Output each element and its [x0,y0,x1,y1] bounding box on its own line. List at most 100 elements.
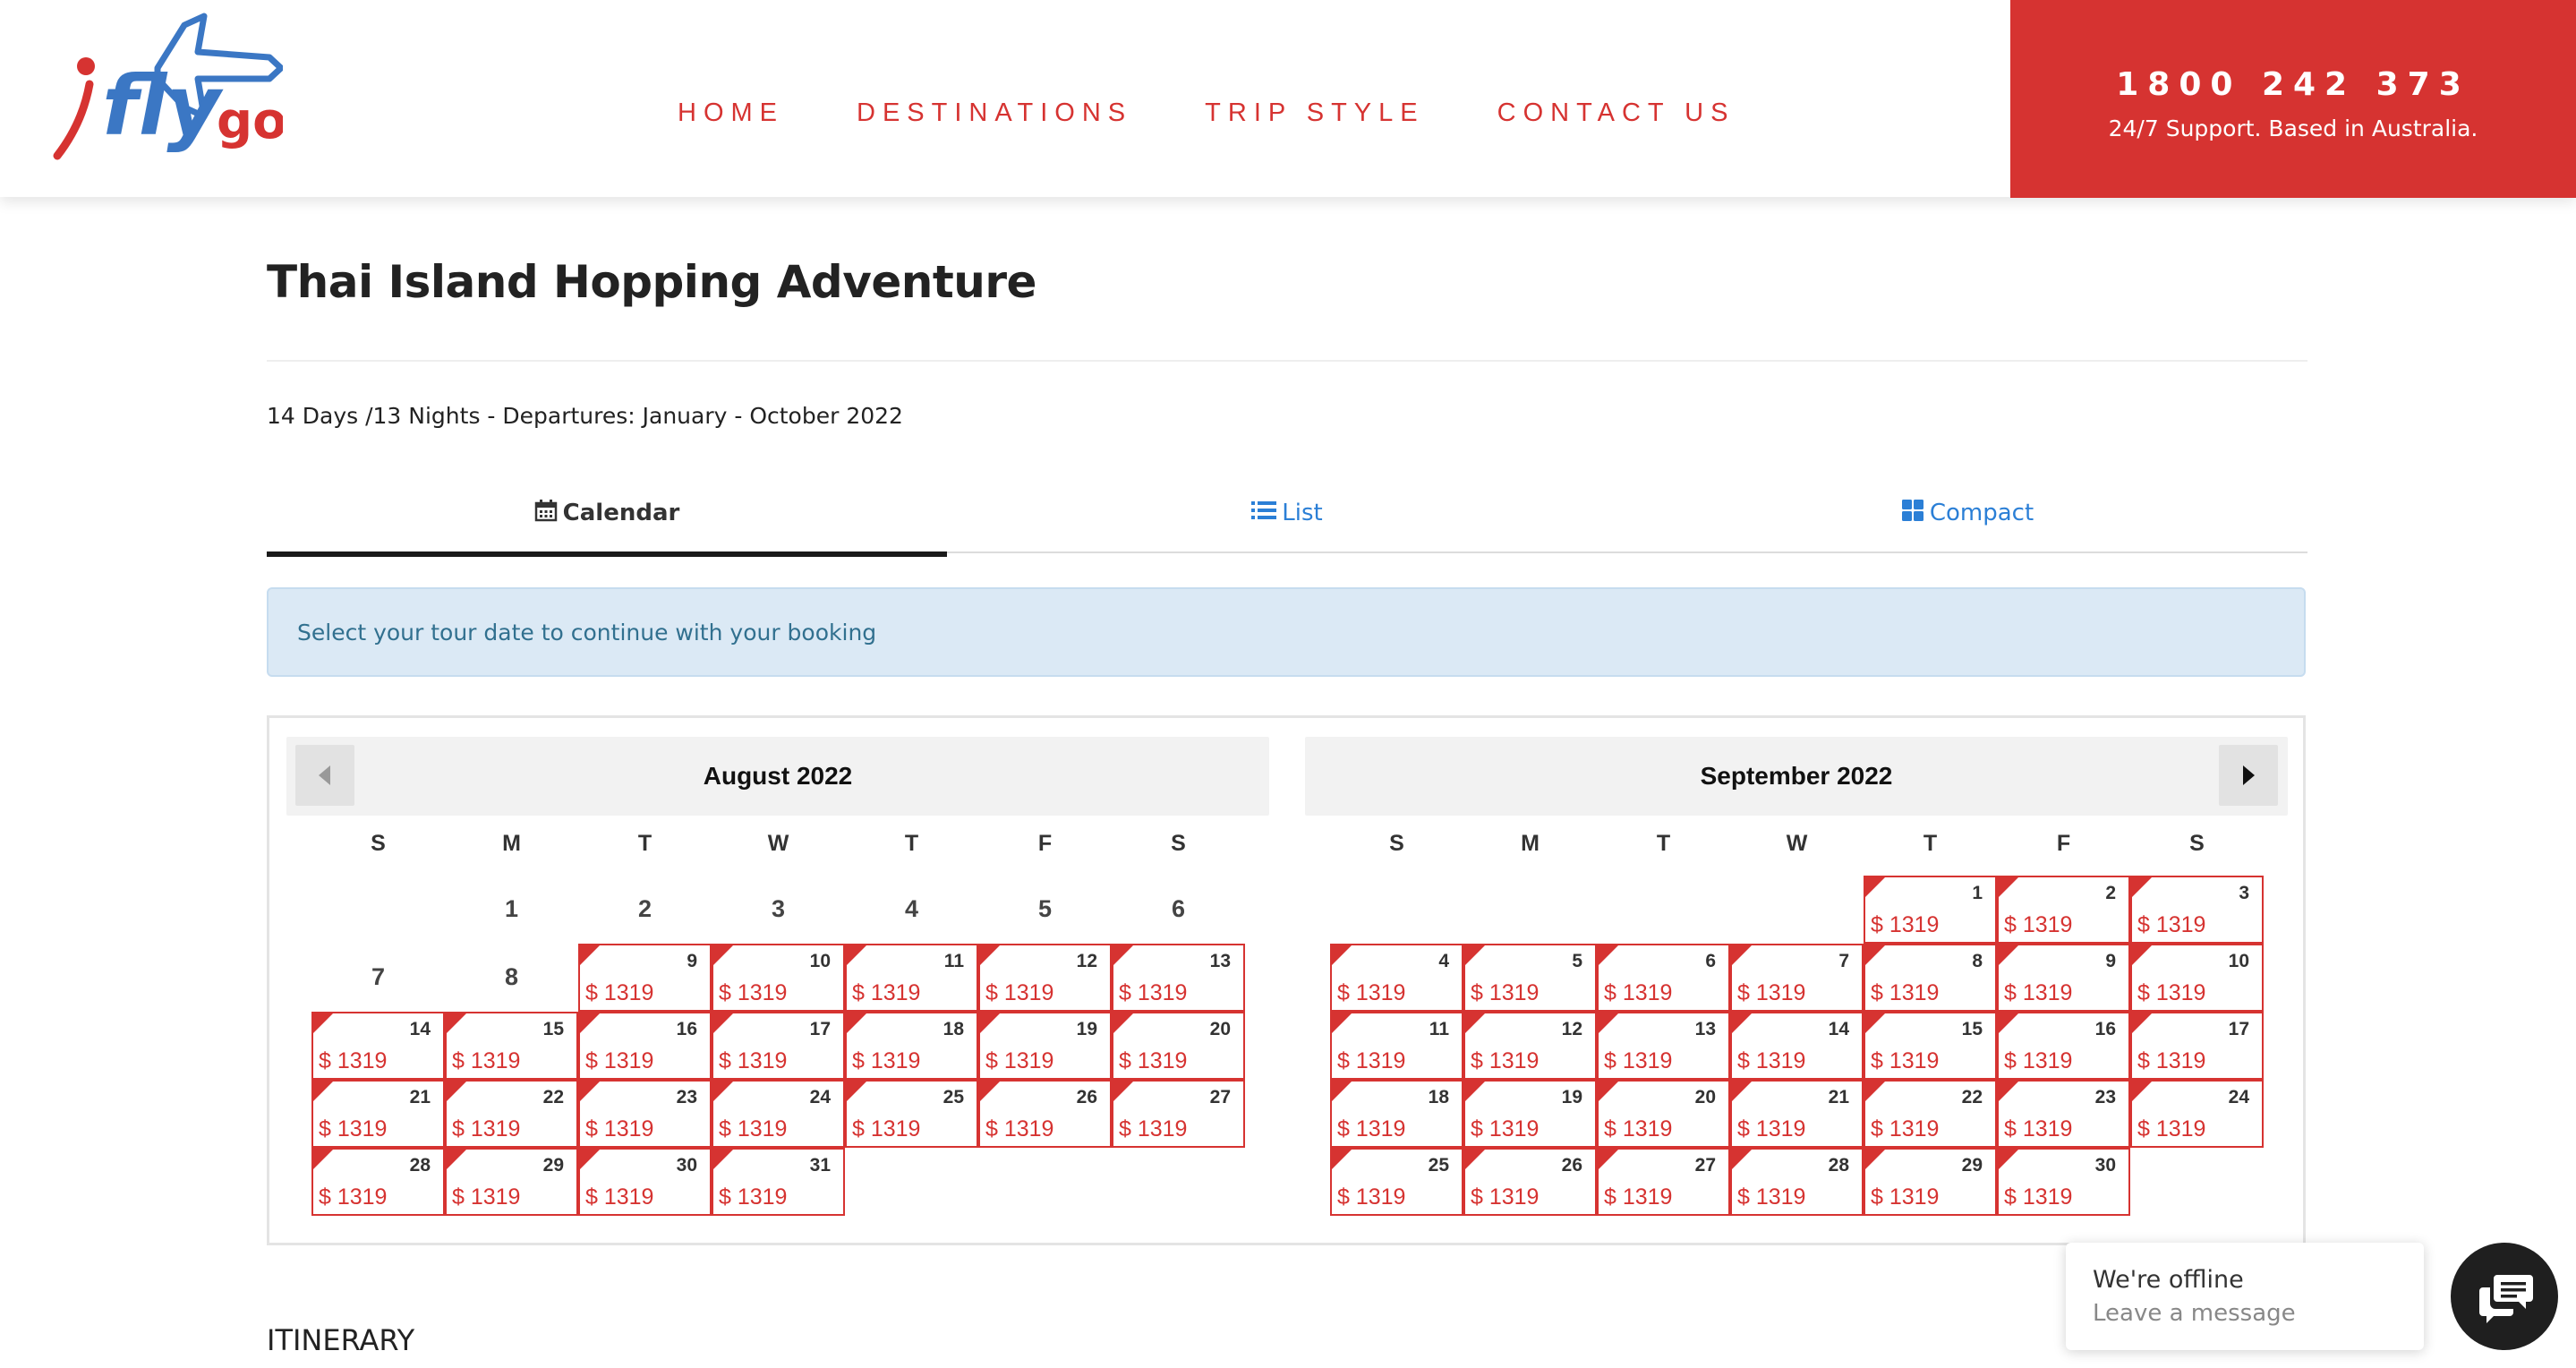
day-number: 22 [1961,1087,1983,1107]
calendar-day-available[interactable]: 24 $ 1319 [2130,1080,2264,1148]
calendar-day-available[interactable]: 27 $ 1319 [1597,1148,1730,1216]
day-number: 29 [542,1155,564,1176]
calendar-day-available[interactable]: 17 $ 1319 [2130,1012,2264,1080]
weekday-header: T [1923,831,1938,856]
calendar-day-available[interactable]: 10 $ 1319 [712,944,845,1012]
tab-compact[interactable]: Compact [1627,475,2307,551]
weekday-header: W [1786,831,1808,856]
calendar-day-available[interactable]: 22 $ 1319 [445,1080,578,1148]
day-price: $ 1319 [1871,980,1940,1005]
day-price: $ 1319 [452,1048,521,1073]
calendar-day-available[interactable]: 18 $ 1319 [845,1012,978,1080]
calendar-day-available[interactable]: 10 $ 1319 [2130,944,2264,1012]
day-price: $ 1319 [2137,980,2206,1005]
calendar-day-available[interactable]: 1 $ 1319 [1864,876,1997,944]
day-price: $ 1319 [2004,1116,2073,1141]
chat-leave-message[interactable]: Leave a message [2093,1300,2296,1327]
calendar-day-available[interactable]: 9 $ 1319 [1997,944,2130,1012]
calendar-day-available[interactable]: 30 $ 1319 [1997,1148,2130,1216]
calendar-day-available[interactable]: 24 $ 1319 [712,1080,845,1148]
calendar-day-available[interactable]: 28 $ 1319 [1730,1148,1864,1216]
nav-trip-style[interactable]: TRIP STYLE [1205,98,1424,128]
calendar-day-available[interactable]: 29 $ 1319 [445,1148,578,1216]
weekday-header: M [1521,831,1540,856]
calendar-day-available[interactable]: 3 $ 1319 [2130,876,2264,944]
day-price: $ 1319 [1737,1048,1806,1073]
calendar-day-available[interactable]: 28 $ 1319 [311,1148,445,1216]
day-price: $ 1319 [1119,980,1188,1005]
calendar-day-available[interactable]: 15 $ 1319 [445,1012,578,1080]
calendar-day-available[interactable]: 27 $ 1319 [1112,1080,1245,1148]
calendar-day-available[interactable]: 9 $ 1319 [578,944,712,1012]
day-number: 21 [1828,1087,1849,1107]
iflygo-logo[interactable]: fly go [50,7,283,161]
chat-launcher-button[interactable] [2451,1243,2558,1350]
day-number: 19 [1561,1087,1582,1107]
calendar-day-available[interactable]: 7 $ 1319 [1730,944,1864,1012]
calendar-day-available[interactable]: 4 $ 1319 [1330,944,1463,1012]
day-price: $ 1319 [319,1116,388,1141]
calendar-day-available[interactable]: 30 $ 1319 [578,1148,712,1216]
calendar-day-available[interactable]: 19 $ 1319 [1463,1080,1597,1148]
calendar-day-unavailable: 6 [1112,876,1245,944]
calendar-day-available[interactable]: 21 $ 1319 [1730,1080,1864,1148]
day-price: $ 1319 [319,1048,388,1073]
calendar-day-available[interactable]: 18 $ 1319 [1330,1080,1463,1148]
calendar-day-available[interactable]: 8 $ 1319 [1864,944,1997,1012]
calendar-day-available[interactable]: 25 $ 1319 [1330,1148,1463,1216]
calendar-day-available[interactable]: 5 $ 1319 [1463,944,1597,1012]
tab-calendar[interactable]: Calendar [267,475,947,557]
calendar-day-available[interactable]: 22 $ 1319 [1864,1080,1997,1148]
tab-list[interactable]: List [947,475,1627,551]
calendar-day-available[interactable]: 21 $ 1319 [311,1080,445,1148]
nav-contact-us[interactable]: CONTACT US [1497,98,1736,128]
calendar-day-available[interactable]: 19 $ 1319 [978,1012,1112,1080]
calendar-day-available[interactable]: 11 $ 1319 [845,944,978,1012]
day-price: $ 1319 [585,1048,654,1073]
calendar-day-available[interactable]: 13 $ 1319 [1597,1012,1730,1080]
day-price: $ 1319 [452,1116,521,1141]
calendar-day-available[interactable]: 6 $ 1319 [1597,944,1730,1012]
calendar-day-available[interactable]: 2 $ 1319 [1997,876,2130,944]
calendar-day-available[interactable]: 12 $ 1319 [1463,1012,1597,1080]
calendar-day-available[interactable]: 25 $ 1319 [845,1080,978,1148]
calendar-day-available[interactable]: 20 $ 1319 [1112,1012,1245,1080]
day-number: 27 [1209,1087,1231,1107]
calendar-day-available[interactable]: 20 $ 1319 [1597,1080,1730,1148]
calendar-day-available[interactable]: 29 $ 1319 [1864,1148,1997,1216]
weekday-header: F [1037,831,1053,856]
day-price: $ 1319 [2004,1184,2073,1210]
calendar-day-available[interactable]: 13 $ 1319 [1112,944,1245,1012]
calendar-day-available[interactable]: 26 $ 1319 [1463,1148,1597,1216]
day-price: $ 1319 [1604,980,1673,1005]
nav-home[interactable]: HOME [678,98,784,128]
day-price: $ 1319 [2137,1116,2206,1141]
calendar-day-available[interactable]: 14 $ 1319 [1730,1012,1864,1080]
day-number: 28 [409,1155,431,1176]
calendar-day-available[interactable]: 16 $ 1319 [578,1012,712,1080]
calendar-day-available[interactable]: 14 $ 1319 [311,1012,445,1080]
calendar-day-available[interactable]: 31 $ 1319 [712,1148,845,1216]
day-number: 26 [1561,1155,1582,1176]
calendar-day-available[interactable]: 11 $ 1319 [1330,1012,1463,1080]
weekday-header: S [2189,831,2205,856]
day-number: 6 [1705,951,1716,971]
calendar-day-available[interactable]: 23 $ 1319 [578,1080,712,1148]
day-price: $ 1319 [1871,1048,1940,1073]
chat-offline-card[interactable]: We're offline Leave a message [2066,1243,2424,1350]
calendar-day-available[interactable]: 23 $ 1319 [1997,1080,2130,1148]
calendar-day-available[interactable]: 16 $ 1319 [1997,1012,2130,1080]
weekday-header: T [637,831,653,856]
calendar-day-available[interactable]: 26 $ 1319 [978,1080,1112,1148]
nav-destinations[interactable]: DESTINATIONS [857,98,1132,128]
support-phone[interactable]: 1800 242 373 [2010,66,2576,103]
day-price: $ 1319 [1337,1048,1406,1073]
day-price: $ 1319 [2137,1048,2206,1073]
calendar-day-available[interactable]: 12 $ 1319 [978,944,1112,1012]
day-number: 24 [2228,1087,2249,1107]
calendar-icon [534,499,558,528]
day-number: 27 [1694,1155,1716,1176]
day-price: $ 1319 [1471,1116,1540,1141]
calendar-day-available[interactable]: 17 $ 1319 [712,1012,845,1080]
calendar-day-available[interactable]: 15 $ 1319 [1864,1012,1997,1080]
